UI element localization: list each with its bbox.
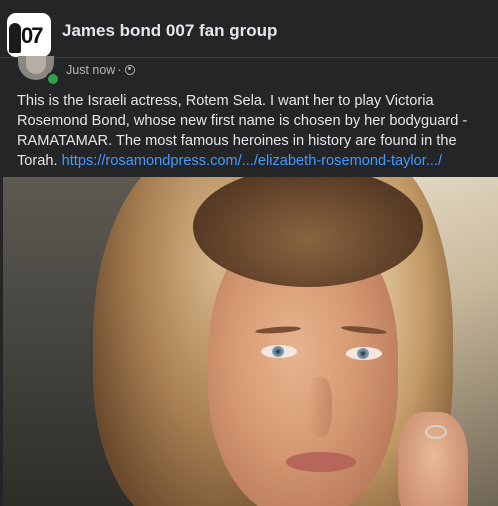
post-photo[interactable] xyxy=(3,177,498,506)
photo-eye-left xyxy=(261,345,297,358)
post-link[interactable]: https://rosamondpress.com/.../elizabeth-… xyxy=(62,153,442,169)
photo-iris-left xyxy=(272,346,284,357)
globe-icon[interactable] xyxy=(124,65,135,75)
bond-silhouette-icon xyxy=(9,23,21,53)
meta-separator: · xyxy=(117,63,122,77)
post-timestamp[interactable]: Just now xyxy=(66,63,115,77)
post-header: 07 James bond 007 fan group xyxy=(0,0,498,58)
facebook-post-frame: 07 James bond 007 fan group Just now · Th… xyxy=(0,0,498,506)
group-name[interactable]: James bond 007 fan group xyxy=(62,21,277,41)
photo-ring xyxy=(425,425,447,439)
photo-eye-right xyxy=(346,347,382,360)
post-body: This is the Israeli actress, Rotem Sela.… xyxy=(17,91,487,171)
author-face-icon xyxy=(26,56,46,74)
photo-iris-right xyxy=(357,348,369,359)
photo-nose xyxy=(308,377,332,437)
group-logo-icon: 07 xyxy=(21,23,44,48)
post-meta: Just now · xyxy=(66,63,135,77)
group-avatar[interactable]: 07 xyxy=(7,13,51,57)
photo-lips xyxy=(286,452,356,472)
online-status-icon xyxy=(46,72,60,86)
